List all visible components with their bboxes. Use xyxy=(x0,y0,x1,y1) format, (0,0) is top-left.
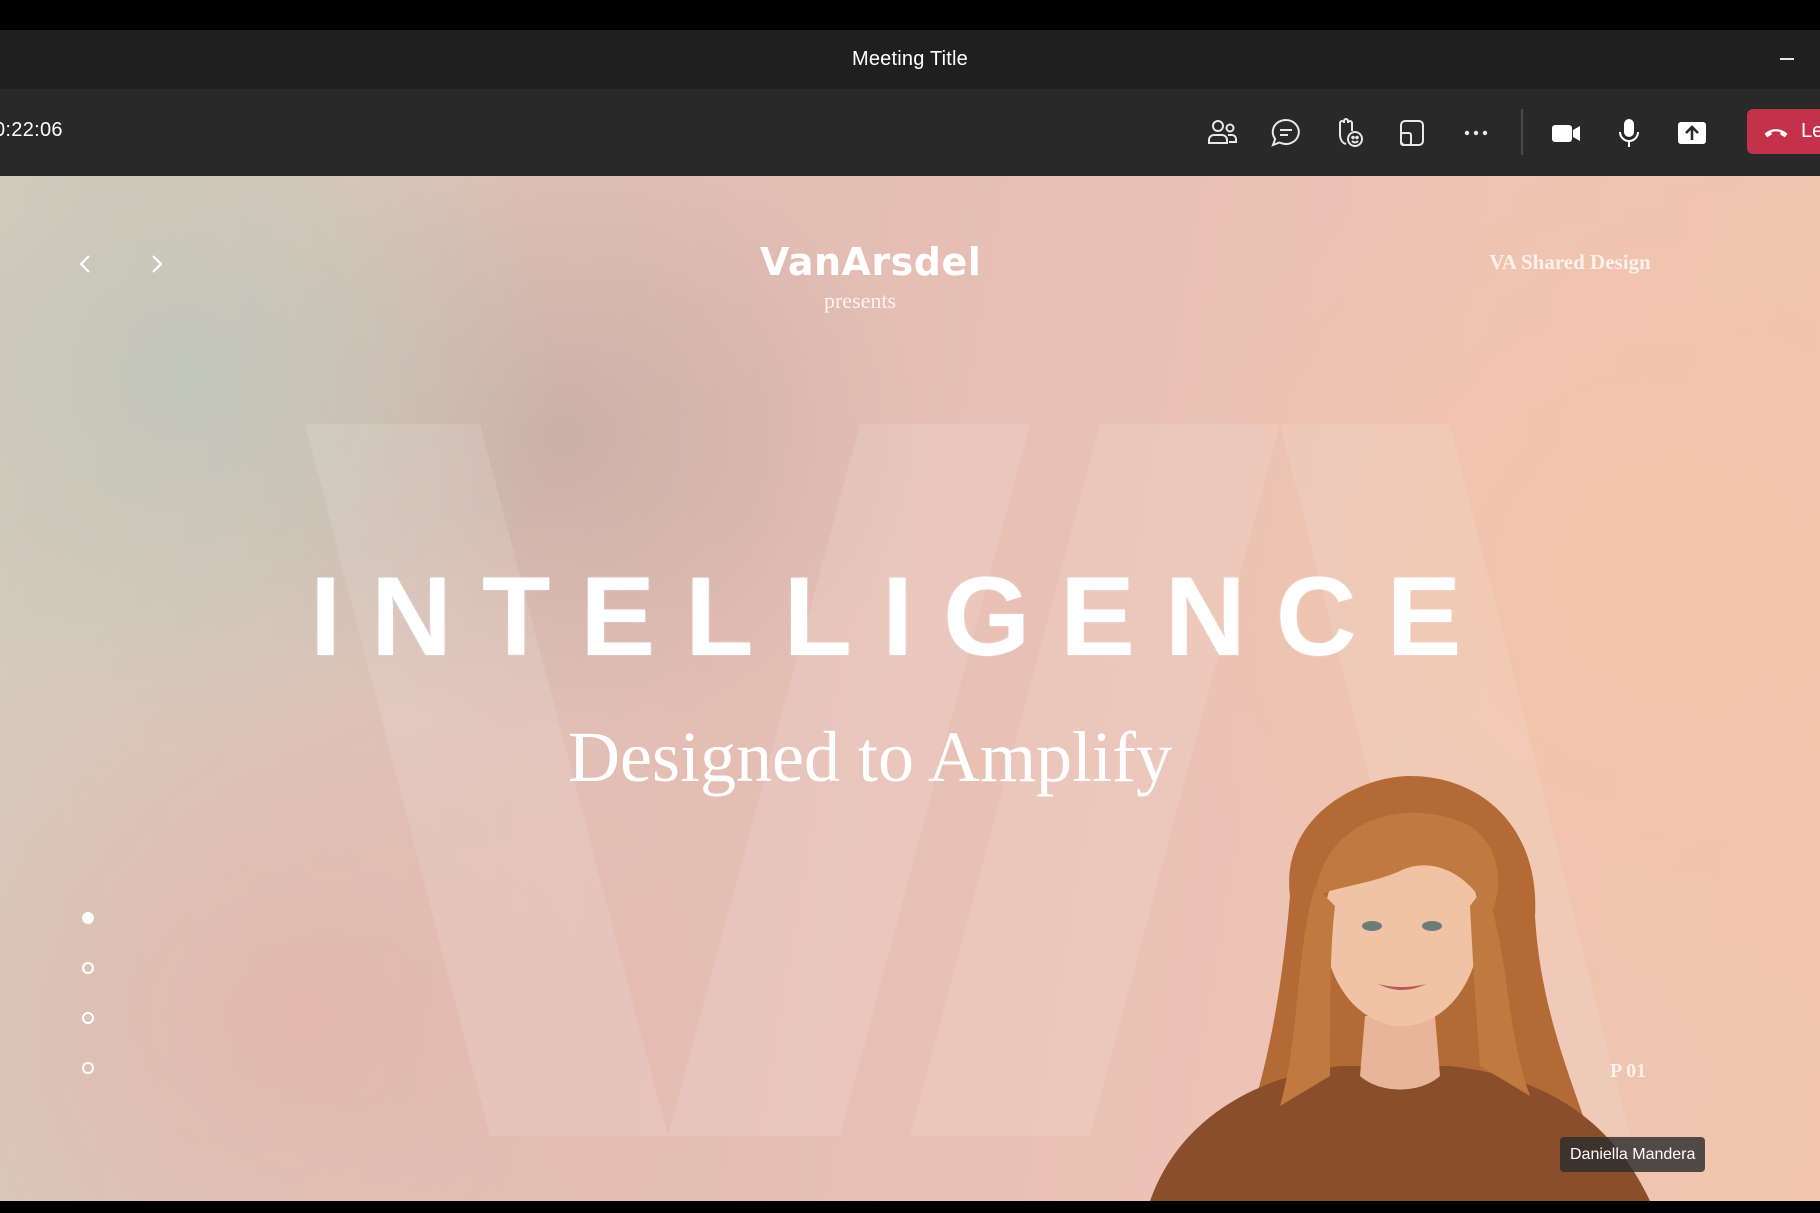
hang-up-icon xyxy=(1764,128,1788,137)
view-button[interactable] xyxy=(1389,111,1435,155)
microphone-button[interactable] xyxy=(1606,111,1652,155)
chat-button[interactable] xyxy=(1263,111,1309,155)
next-slide-button[interactable] xyxy=(140,248,172,280)
pagination-dot-1[interactable] xyxy=(82,912,94,924)
top-strip xyxy=(0,0,1820,30)
people-icon xyxy=(1208,120,1237,144)
title-bar: Meeting Title xyxy=(0,30,1820,89)
view-icon xyxy=(1400,120,1424,146)
pagination-dot-3[interactable] xyxy=(82,1012,94,1024)
bottom-strip xyxy=(0,1201,1820,1213)
presenter-name-tag: Daniella Mandera xyxy=(1560,1137,1706,1172)
more-options-button[interactable] xyxy=(1453,111,1499,155)
meeting-toolbar: 0:22:06 Le xyxy=(0,89,1820,176)
corner-label: VA Shared Design xyxy=(1489,250,1651,274)
more-icon xyxy=(1464,130,1488,136)
brand-logo: VanArsdel xyxy=(760,240,982,284)
previous-slide-button[interactable] xyxy=(70,248,102,280)
shared-slide: VanArsdel presents VA Shared Design INTE… xyxy=(0,176,1820,1201)
brand-presents: presents xyxy=(823,288,897,313)
share-icon xyxy=(1678,122,1706,144)
pagination-dot-2[interactable] xyxy=(82,962,94,974)
leave-button[interactable]: Le xyxy=(1747,109,1820,154)
meeting-timer: 0:22:06 xyxy=(0,119,63,141)
react-icon xyxy=(1339,118,1363,147)
leave-label: Le xyxy=(1801,120,1820,142)
chevron-right-icon xyxy=(152,255,163,273)
camera-icon xyxy=(1552,125,1580,142)
chevron-left-icon xyxy=(79,255,90,273)
mic-icon xyxy=(1619,119,1639,147)
toolbar-divider xyxy=(1521,109,1523,155)
meeting-title: Meeting Title xyxy=(852,48,968,70)
camera-button[interactable] xyxy=(1543,111,1589,155)
slide-headline: INTELLIGENCE xyxy=(310,554,1492,679)
minimize-button[interactable] xyxy=(1780,58,1794,60)
brand-block: VanArsdel presents xyxy=(760,240,982,314)
people-button[interactable] xyxy=(1200,111,1246,155)
pagination-dot-4[interactable] xyxy=(82,1062,94,1074)
share-button[interactable] xyxy=(1669,111,1715,155)
react-button[interactable] xyxy=(1326,111,1372,155)
chat-icon xyxy=(1271,118,1300,147)
